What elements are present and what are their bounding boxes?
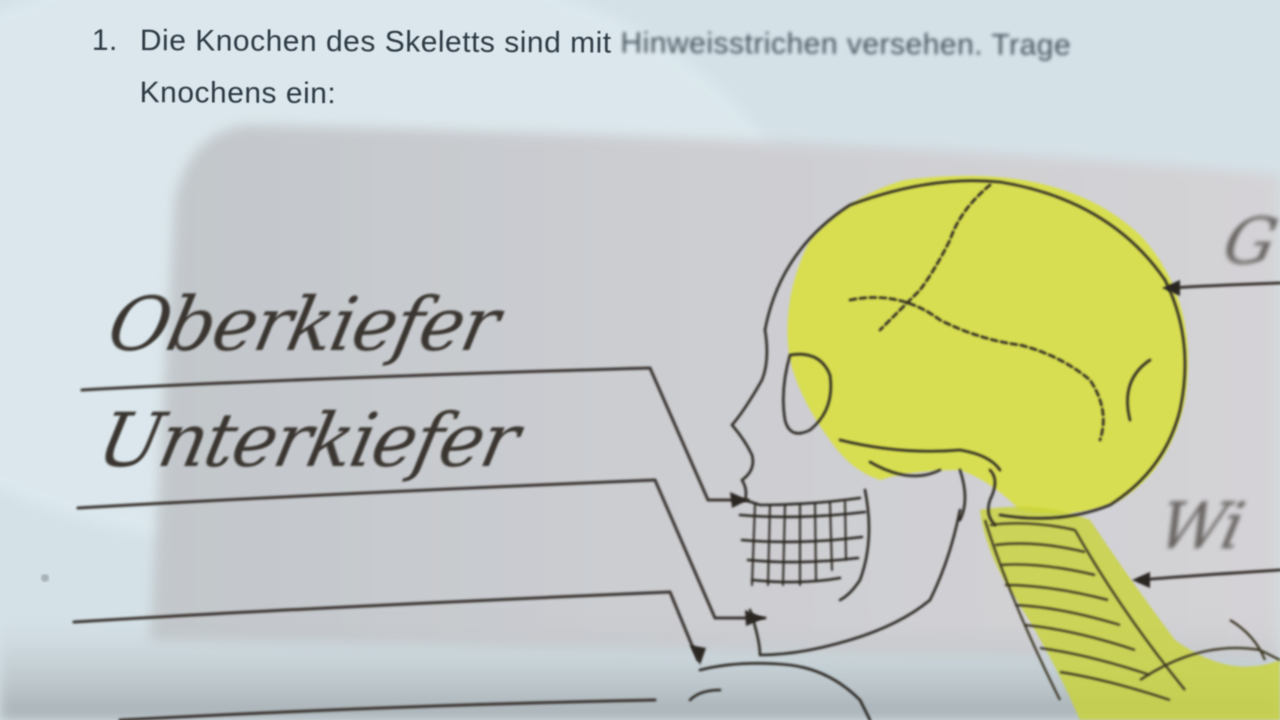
- question-line-1-clear: Die Knochen des Skeletts sind mit: [139, 24, 612, 60]
- question-line-1-blurred: Hinweisstrichen versehen. Trage: [620, 26, 1072, 62]
- handwritten-label-right-2: Wi: [1152, 490, 1249, 564]
- handwritten-answer-1: Oberkiefer: [100, 282, 506, 368]
- question-line-2: Knochens ein:: [139, 76, 337, 111]
- question-line-1: Die Knochen des Skeletts sind mit Hinwei…: [140, 15, 1072, 72]
- handwritten-answer-2: Unterkiefer: [90, 398, 525, 484]
- question-number: 1.: [91, 23, 118, 57]
